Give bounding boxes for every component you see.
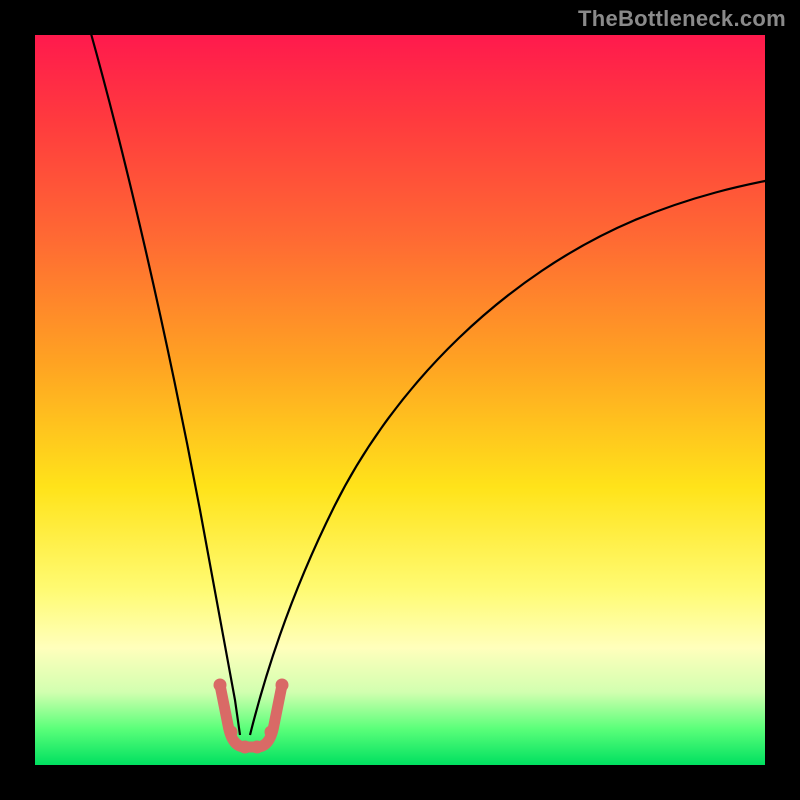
plot-area	[35, 35, 765, 765]
right-branch-path	[250, 180, 770, 735]
chart-svg	[35, 35, 765, 765]
left-branch-path	[90, 30, 240, 735]
watermark-text: TheBottleneck.com	[578, 6, 786, 32]
minimum-marker	[214, 679, 289, 754]
chart-frame: TheBottleneck.com	[0, 0, 800, 800]
